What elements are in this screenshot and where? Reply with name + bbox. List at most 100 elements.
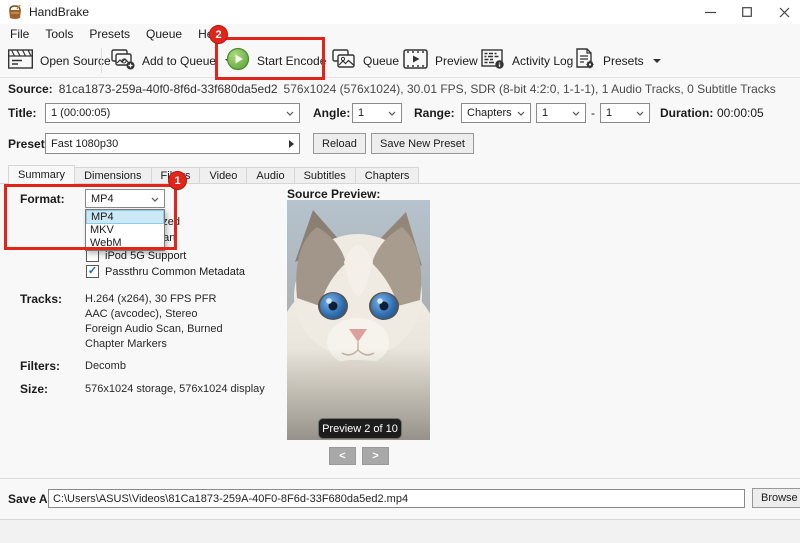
close-button[interactable] [766,0,800,24]
combo-chevron-icon [151,193,159,205]
preview-label: Preview [435,54,478,68]
range-to-select[interactable]: 1 [600,103,650,123]
angle-label: Angle: [313,106,350,120]
preset-select[interactable]: Fast 1080p30 [45,133,300,154]
tab-dimensions[interactable]: Dimensions [74,167,151,184]
presets-label: Presets [603,54,644,68]
checkbox-check-icon: ✓ [86,265,99,278]
add-to-queue-button[interactable]: Add to Queue [107,46,237,75]
activity-log-button[interactable]: Activity Log [477,46,577,75]
queue-icon [332,49,356,72]
reload-label: Reload [322,138,357,150]
menu-presets[interactable]: Presets [81,24,138,43]
tab-chapters[interactable]: Chapters [355,167,420,184]
preset-expand-icon [289,140,294,148]
range-to-value: 1 [606,107,612,119]
browse-label: Browse [761,492,798,504]
combo-chevron-icon [517,107,525,119]
combo-chevron-icon [572,107,580,119]
title-label: Title: [8,106,36,120]
format-label: Format: [20,192,65,206]
combo-chevron-icon [286,107,294,119]
menu-tools[interactable]: Tools [37,24,81,43]
handbrake-window: HandBrake File Tools Presets Queue Help … [0,0,800,543]
title-select[interactable]: 1 (00:00:05) [45,103,300,123]
tracks-line-4: Chapter Markers [85,338,167,350]
checkbox-passthru-metadata[interactable]: ✓ Passthru Common Metadata [86,265,245,278]
range-type-value: Chapters [467,107,512,119]
presets-button[interactable]: Presets [570,46,665,75]
source-row: Source: 81ca1873-259a-40f0-8f6d-33f680da… [8,82,776,96]
size-value: 576x1024 storage, 576x1024 display [85,383,265,395]
minimize-button[interactable] [692,0,728,24]
range-separator: - [591,106,595,120]
angle-select[interactable]: 1 [352,103,402,123]
combo-chevron-icon [636,107,644,119]
source-details: 576x1024 (576x1024), 30.01 FPS, SDR (8-b… [284,82,776,96]
browse-button[interactable]: Browse [752,488,800,508]
menu-file[interactable]: File [2,24,37,43]
tracks-line-2: AAC (avcodec), Stereo [85,308,198,320]
format-option-webm[interactable]: WebM [86,237,164,250]
status-bar: Ready When Done: Do nothing [0,519,800,543]
tab-video[interactable]: Video [199,167,247,184]
annotation-step-2-badge: 2 [209,25,228,44]
minimize-icon [705,7,716,18]
add-to-queue-icon [111,49,135,73]
menu-queue[interactable]: Queue [138,24,190,43]
close-icon [779,7,790,18]
activity-log-label: Activity Log [512,54,573,68]
activity-log-icon [481,49,505,73]
filters-value: Decomb [85,360,126,372]
combo-chevron-icon [388,107,396,119]
handbrake-logo-icon [7,4,23,20]
preview-count-badge: Preview 2 of 10 [318,418,402,439]
source-name: 81ca1873-259a-40f0-8f6d-33f680da5ed2 [59,82,278,96]
source-preview-image [287,200,430,440]
size-label: Size: [20,382,48,396]
checkbox-ipod-support-label: iPod 5G Support [105,250,186,262]
preview-prev-button[interactable]: < [329,447,356,465]
save-as-input[interactable] [48,489,745,508]
start-encode-label: Start Encode [257,54,326,68]
presets-icon [574,48,596,73]
maximize-button[interactable] [729,0,765,24]
format-option-mp4[interactable]: MP4 [86,210,164,224]
start-encode-button[interactable]: Start Encode [222,46,330,75]
save-new-preset-button[interactable]: Save New Preset [371,133,474,154]
format-select[interactable]: MP4 [85,189,165,208]
duration-label: Duration: [660,106,713,120]
footer-divider [0,478,800,479]
format-option-mkv[interactable]: MKV [86,224,164,237]
checkbox-passthru-metadata-label: Passthru Common Metadata [105,266,245,278]
queue-label: Queue [363,54,399,68]
menu-bar: File Tools Presets Queue Help [0,24,800,43]
tracks-line-3: Foreign Audio Scan, Burned [85,323,223,335]
range-type-select[interactable]: Chapters [461,103,531,123]
reload-button[interactable]: Reload [313,133,366,154]
open-source-button[interactable]: Open Source [4,46,115,75]
tab-summary[interactable]: Summary [8,165,75,185]
tracks-label: Tracks: [20,292,62,306]
range-from-select[interactable]: 1 [536,103,586,123]
title-select-value: 1 (00:00:05) [51,107,110,119]
preview-next-button[interactable]: > [362,447,389,465]
titlebar: HandBrake [0,0,800,24]
preset-select-value: Fast 1080p30 [51,138,118,150]
filters-label: Filters: [20,359,60,373]
tab-audio[interactable]: Audio [246,167,294,184]
preview-icon [403,49,428,72]
source-label: Source: [8,82,53,96]
dropdown-caret-icon [653,59,661,63]
duration-value: 00:00:05 [717,106,764,120]
preview-button[interactable]: Preview [399,46,482,75]
queue-button[interactable]: Queue [328,46,403,75]
open-source-icon [8,49,33,72]
preset-label: Preset: [8,137,49,151]
cat-preview-image [287,200,430,440]
format-dropdown-list: MP4 MKV WebM [85,209,165,251]
range-from-value: 1 [542,107,548,119]
format-select-value: MP4 [91,193,114,205]
window-title: HandBrake [29,5,89,19]
tab-subtitles[interactable]: Subtitles [294,167,356,184]
